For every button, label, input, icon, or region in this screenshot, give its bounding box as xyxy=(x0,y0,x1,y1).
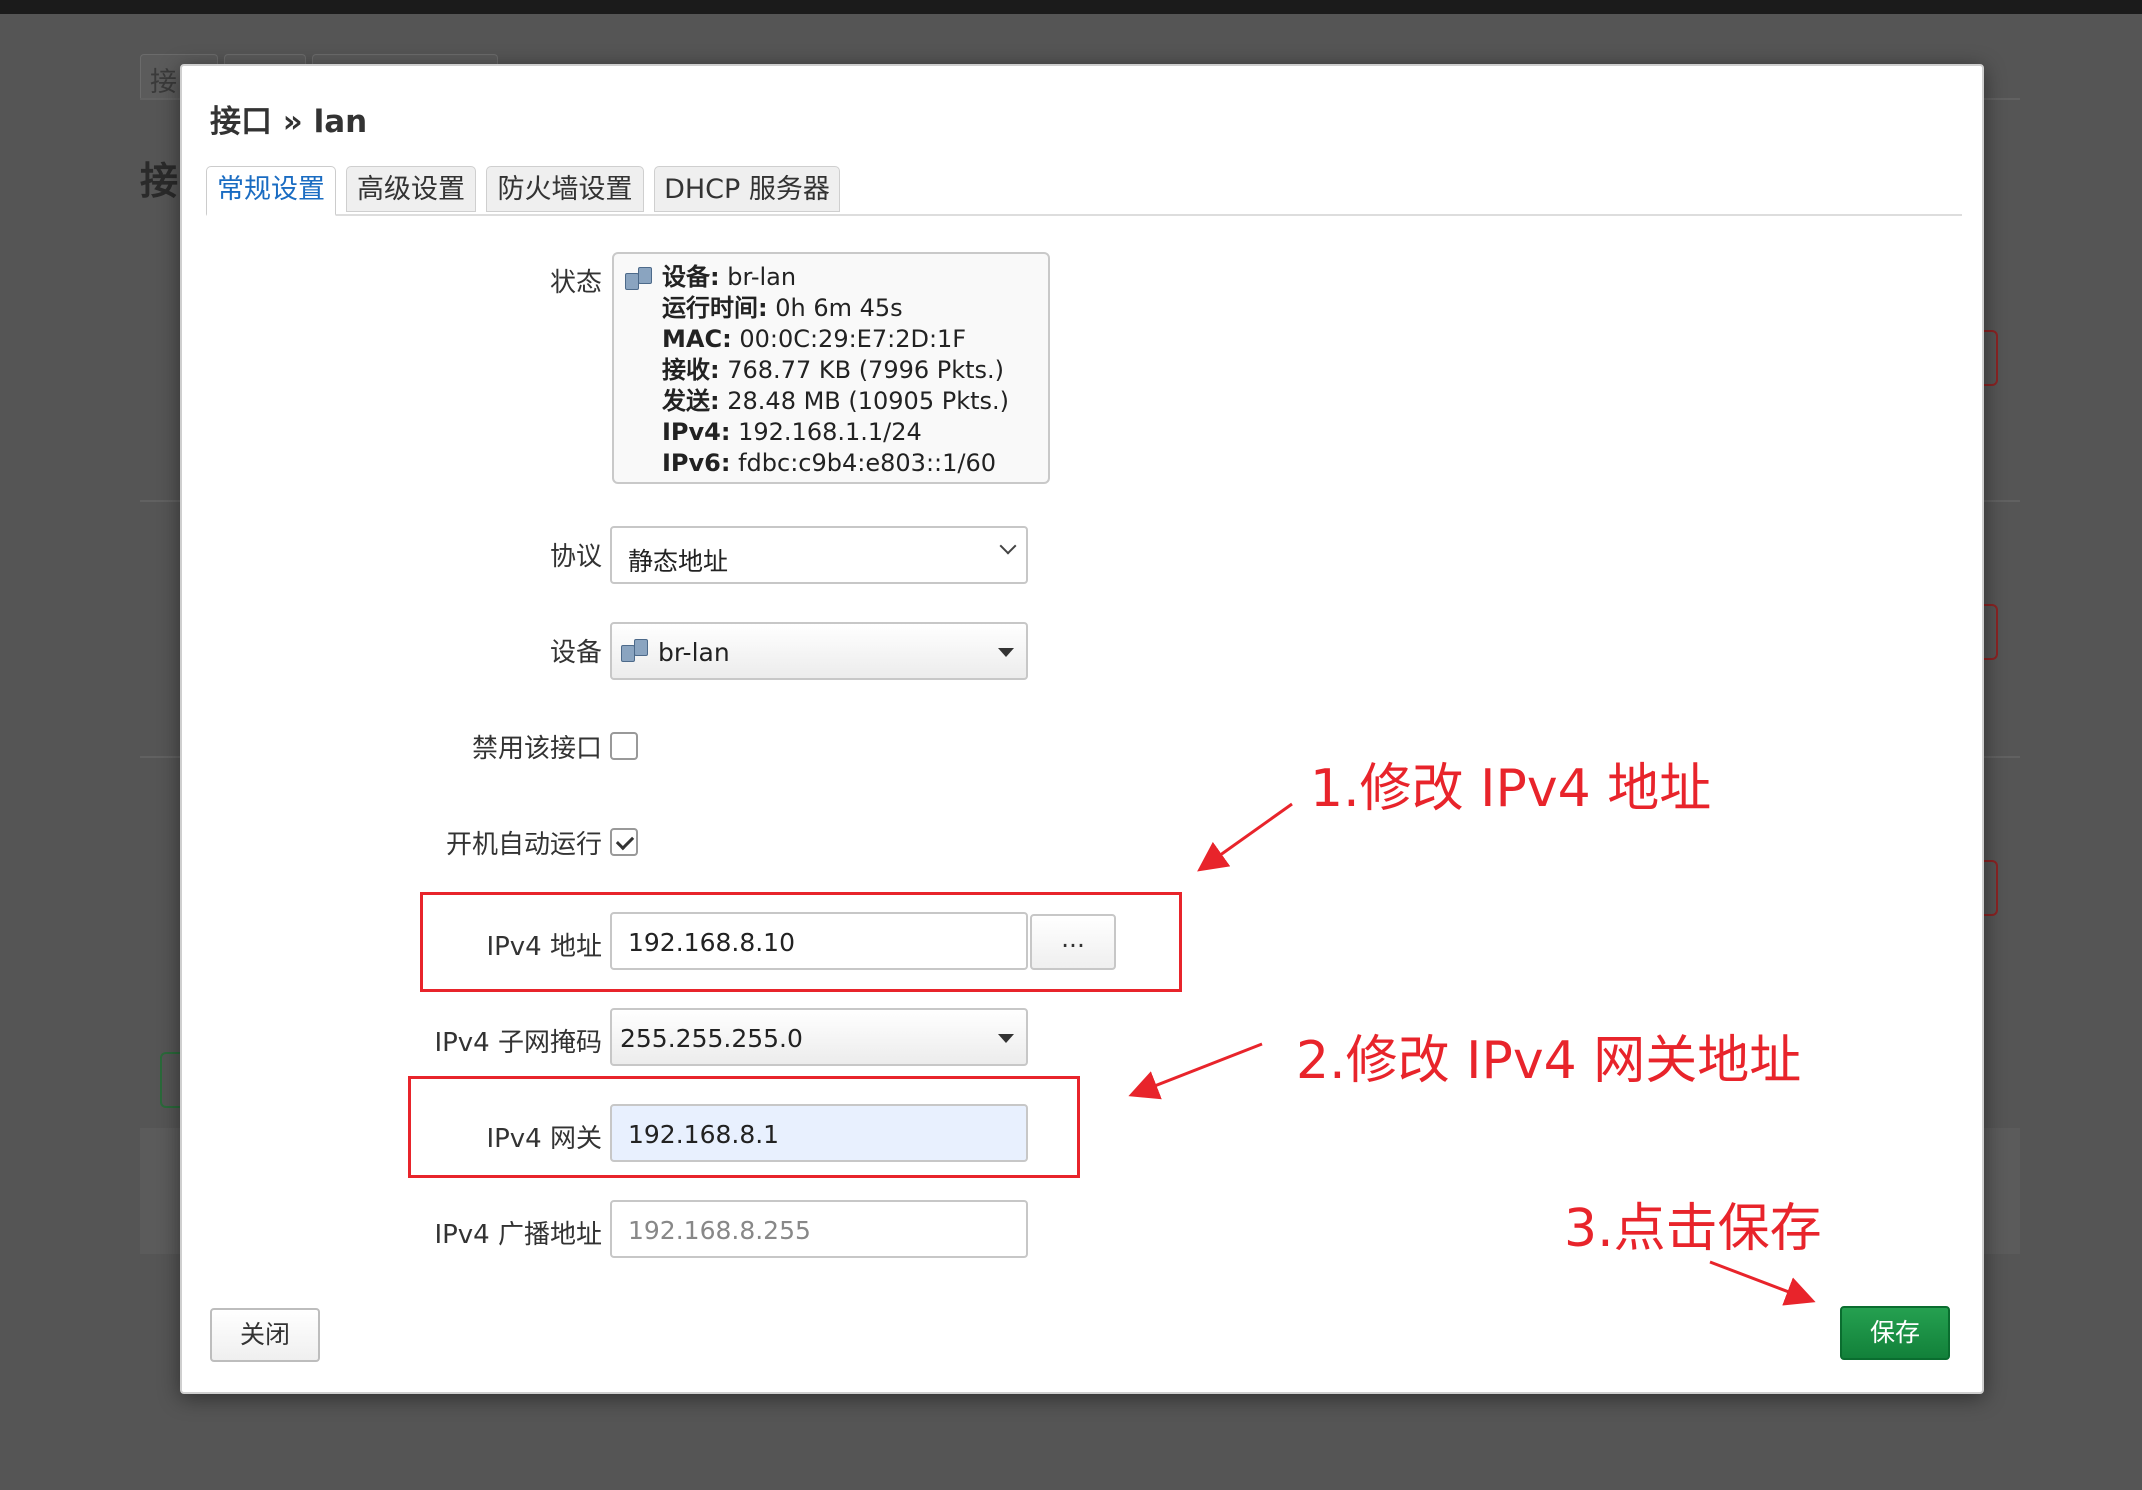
annotation-arrows xyxy=(1128,802,1816,1306)
arrow-to-ipv4-gateway xyxy=(1128,1042,1263,1100)
arrow-to-ipv4-address xyxy=(1197,802,1293,872)
arrow-to-save-button xyxy=(1709,1260,1816,1306)
